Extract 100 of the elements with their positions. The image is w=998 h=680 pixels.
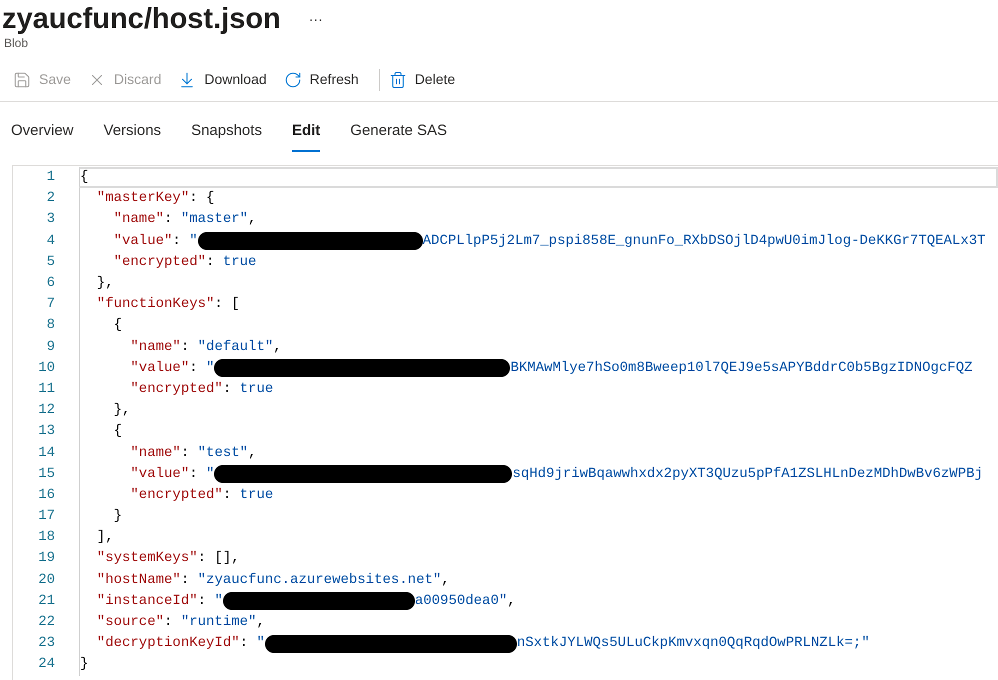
code-token: {	[112, 316, 122, 336]
code-token: ,	[273, 338, 282, 357]
code-token: "default"	[198, 338, 274, 357]
code-token: "encrypted"	[112, 252, 206, 272]
line-number: 8	[46, 316, 56, 336]
line-number: 7	[46, 295, 56, 314]
code-token: ,	[248, 210, 256, 230]
line-number: 3	[46, 210, 56, 230]
line-number: 9	[46, 338, 56, 357]
line-number: 6	[46, 274, 56, 294]
code-token: :	[222, 486, 232, 505]
code-token: },	[112, 401, 130, 420]
code-token: a00950dea0"	[414, 592, 508, 611]
code-token: :	[180, 444, 190, 463]
line-number: 1	[46, 168, 56, 188]
code-editor[interactable]	[12, 165, 998, 680]
tab[interactable]: Generate SAS	[350, 112, 448, 152]
tab[interactable]: Edit	[292, 112, 320, 152]
code-token: true	[240, 486, 274, 505]
more-button[interactable]: ···	[304, 8, 327, 30]
code-token: "zyaucfunc.azurewebsites.net"	[198, 570, 442, 590]
line-number: 22	[37, 613, 56, 632]
download-button[interactable]: Download	[175, 64, 270, 96]
tab[interactable]: Versions	[104, 112, 162, 152]
code-token: : [],	[198, 549, 240, 568]
code-token: :	[240, 634, 250, 654]
code-token: "hostName"	[96, 570, 181, 590]
code-token: "	[189, 232, 198, 251]
code-token: :	[189, 464, 199, 484]
tab[interactable]: Overview	[11, 112, 74, 152]
code-token: ,	[441, 570, 450, 590]
code-token: :	[180, 570, 190, 590]
code-token: "functionKeys"	[96, 295, 214, 314]
code-token: "value"	[129, 358, 190, 378]
code-token: true	[240, 380, 274, 399]
code-token: :	[164, 613, 174, 632]
page-subtitle: Blob	[3, 36, 28, 50]
code-token: "source"	[96, 613, 164, 632]
delete-button[interactable]: Delete	[386, 64, 458, 96]
code-token: ,	[248, 444, 256, 463]
code-token: }	[112, 507, 122, 526]
code-token: "systemKeys"	[96, 549, 198, 568]
code-token: {	[112, 422, 122, 442]
line-number: 13	[37, 422, 56, 442]
line-number: 4	[46, 232, 56, 251]
code-token: :	[222, 380, 232, 399]
code-token: "decryptionKeyId"	[96, 634, 240, 654]
code-token: "test"	[198, 444, 248, 463]
code-token: "instanceId"	[96, 592, 198, 611]
code-token: true	[222, 252, 256, 272]
code-token: nSxtkJYLWQs5ULuCkpKmvxqn0QqRqdOwPRLNZLk=;"	[516, 634, 870, 654]
code-token: :	[189, 358, 199, 378]
save-icon	[13, 70, 31, 88]
line-number: 12	[37, 401, 56, 420]
line-number: 19	[37, 549, 56, 568]
line-number: 10	[37, 358, 56, 378]
code-token: }	[80, 655, 88, 674]
line-number: 21	[37, 592, 56, 611]
code-token: BKMAwMlye7hSo0m8Bweep10l7QEJ9e5sAPYBddrC0b5BgzIDNOgcFQZ	[510, 358, 973, 378]
code-token: "encrypted"	[129, 486, 223, 505]
code-token: "name"	[129, 338, 181, 357]
code-token: ],	[96, 528, 114, 548]
code-token: "encrypted"	[129, 380, 223, 399]
code-token: "	[256, 634, 265, 654]
code-token: :	[198, 592, 208, 611]
refresh-button[interactable]: Refresh	[280, 64, 362, 96]
code-token: {	[80, 168, 88, 188]
code-token: },	[96, 274, 114, 294]
code-token: "	[206, 358, 214, 378]
line-number: 5	[46, 252, 56, 272]
code-token: "runtime"	[180, 613, 256, 632]
line-number: 15	[37, 464, 56, 484]
code-token: "value"	[129, 464, 190, 484]
code-token: "name"	[112, 210, 164, 230]
line-number: 11	[37, 380, 56, 399]
code-token: "masterKey"	[96, 189, 190, 208]
code-token: "	[214, 592, 223, 611]
trash-icon	[388, 70, 407, 88]
code-token: :	[180, 338, 190, 357]
code-token: :	[164, 210, 174, 230]
refresh-icon	[284, 70, 302, 88]
code-token: ADCPLlpP5j2Lm7_pspi858E_gnunFo_RXbDSOjlD4pwU0imJlog-DeKKGr7TQEALx3T	[422, 232, 986, 251]
code-token: sqHd9jriwBqawwhxdx2pyXT3QUzu5pPfA1ZSLHLnDezMDhDwBv6zWPBj	[512, 464, 983, 484]
code-token: "	[206, 464, 214, 484]
line-number: 16	[37, 486, 56, 505]
tab[interactable]: Snapshots	[191, 112, 262, 152]
code-token: "master"	[180, 210, 248, 230]
page-title: zyaucfunc/host.json	[2, 2, 281, 36]
code-token: "name"	[129, 444, 181, 463]
code-token: "value"	[112, 232, 172, 251]
line-number: 14	[37, 444, 56, 463]
line-number: 20	[37, 570, 56, 590]
line-number: 2	[46, 189, 56, 208]
line-number: 18	[37, 528, 56, 548]
code-token: ,	[507, 592, 516, 611]
line-number: 24	[37, 655, 56, 674]
line-number: 17	[37, 507, 56, 526]
line-number: 23	[37, 634, 56, 654]
code-token: : {	[189, 189, 214, 208]
code-token: :	[172, 232, 182, 251]
